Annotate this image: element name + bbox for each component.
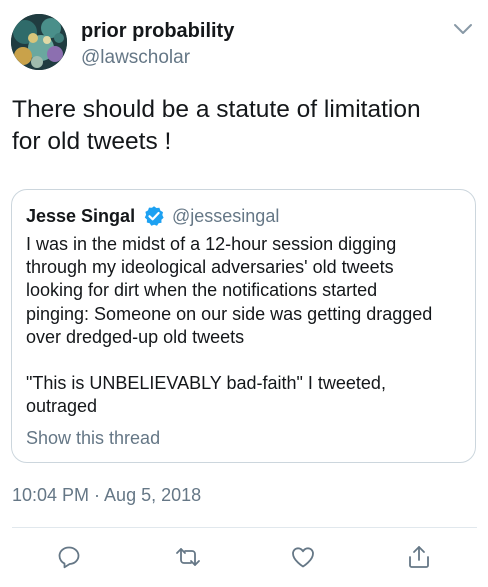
- tweet-text-line: There should be a statute of limitation: [12, 96, 421, 123]
- quoted-author-handle[interactable]: @jessesingal: [172, 206, 279, 227]
- divider: [12, 527, 477, 528]
- chevron-down-icon[interactable]: [452, 22, 474, 36]
- quoted-author-name[interactable]: Jesse Singal: [26, 206, 135, 227]
- author-handle[interactable]: @lawscholar: [81, 47, 190, 69]
- quoted-tweet-text: I was in the midst of a 12-hour session …: [26, 233, 432, 418]
- tweet-text-line: for old tweets !: [12, 128, 172, 155]
- tweet: prior probability @lawscholar There shou…: [0, 0, 488, 587]
- tweet-text: There should be a statute of limitation …: [12, 94, 476, 158]
- avatar[interactable]: [11, 14, 67, 70]
- quoted-text-line: pinging: Someone on our side was getting…: [26, 303, 433, 324]
- reply-button[interactable]: [54, 542, 84, 572]
- quoted-text-line: through my ideological adversaries' old …: [26, 257, 394, 278]
- quoted-text-line: outraged: [26, 396, 98, 417]
- reply-icon: [58, 546, 80, 569]
- retweet-icon: [176, 548, 200, 566]
- share-button[interactable]: [404, 542, 434, 572]
- heart-icon: [292, 547, 314, 568]
- quoted-text-line: I was in the midst of a 12-hour session …: [26, 234, 397, 254]
- retweet-button[interactable]: [173, 542, 203, 572]
- show-thread-link[interactable]: Show this thread: [26, 428, 160, 449]
- quoted-text-line: over dredged-up old tweets: [26, 326, 245, 347]
- author-display-name[interactable]: prior probability: [81, 20, 234, 43]
- share-icon: [409, 546, 429, 568]
- verified-badge-icon: [143, 205, 165, 227]
- like-button[interactable]: [288, 542, 318, 572]
- quoted-tweet-card[interactable]: Jesse Singal @jessesingal I was in the m…: [11, 189, 476, 463]
- quoted-text-line: "This is UNBELIEVABLY bad-faith" I tweet…: [26, 373, 386, 394]
- tweet-timestamp[interactable]: 10:04 PM · Aug 5, 2018: [12, 485, 201, 506]
- avatar-image: [11, 14, 67, 70]
- quoted-text-line: looking for dirt when the notifications …: [26, 280, 378, 301]
